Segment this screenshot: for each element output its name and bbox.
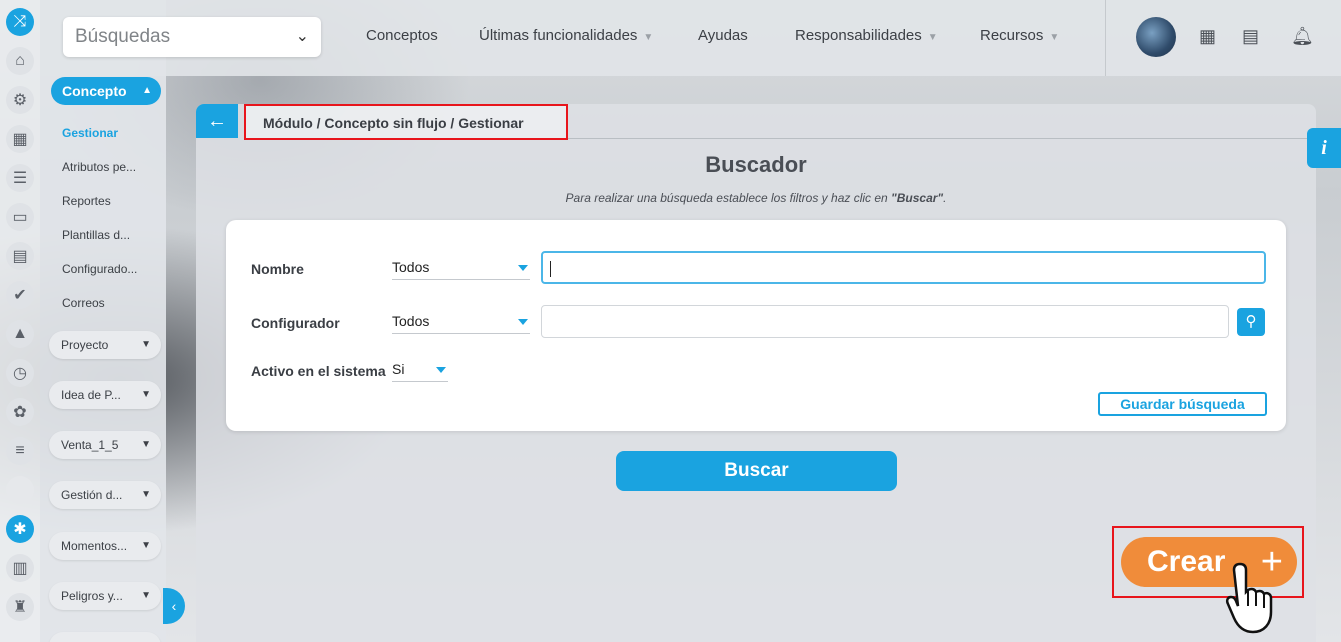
module-sidebar: Concepto ▲ Gestionar Atributos pe... Rep… [40, 0, 166, 642]
search-button[interactable]: Buscar [616, 451, 897, 491]
select-value: Todos [392, 259, 430, 275]
global-search-select[interactable]: Búsquedas ⌄ [63, 17, 321, 57]
nav-recursos[interactable]: Recursos ▼ [980, 27, 1059, 44]
chess-icon[interactable]: ♜ [6, 593, 34, 621]
sidebar-group-idea[interactable]: Idea de P... ▼ [49, 381, 161, 409]
map-icon[interactable]: ▤ [1242, 26, 1259, 47]
hint-text: Para realizar una búsqueda establece los… [565, 191, 892, 205]
nav-responsabilidades[interactable]: Responsabilidades ▼ [795, 27, 938, 44]
activo-select[interactable]: Si [392, 358, 448, 382]
chevron-down-icon: ⌄ [295, 28, 309, 45]
configurador-label: Configurador [251, 315, 340, 331]
nav-label: Responsabilidades [795, 27, 922, 44]
nav-ultimas-funcionalidades[interactable]: Últimas funcionalidades ▼ [479, 27, 653, 44]
concepto-section-toggle[interactable]: Concepto ▲ [51, 77, 161, 105]
avatar[interactable] [1136, 17, 1176, 57]
topbar-divider [1105, 0, 1106, 76]
sidebar-group-proyecto[interactable]: Proyecto ▼ [49, 331, 161, 359]
top-bar: Búsquedas ⌄ Conceptos Últimas funcionali… [40, 0, 1341, 76]
caret-down-icon: ▼ [141, 540, 151, 551]
text-cursor [550, 261, 551, 277]
blank-icon[interactable] [6, 476, 34, 504]
caret-down-icon: ▼ [141, 590, 151, 601]
select-value: Si [392, 361, 405, 377]
concepto-section-label: Concepto [62, 83, 127, 99]
caret-down-icon: ▼ [141, 389, 151, 400]
group-label: Gestión d... [61, 488, 123, 502]
home-icon[interactable]: ⌂ [6, 47, 34, 75]
group-label: Momentos... [61, 539, 128, 553]
caret-down-icon: ▼ [927, 32, 938, 43]
page-title: Buscador [705, 152, 807, 177]
sidebar-link-atributos[interactable]: Atributos pe... [62, 160, 162, 174]
nombre-label: Nombre [251, 261, 304, 277]
caret-down-icon: ▼ [1049, 32, 1060, 43]
hint-bold: "Buscar" [891, 191, 944, 205]
sidebar-group-gestion[interactable]: Gestión d... ▼ [49, 481, 161, 509]
caret-down-icon [436, 367, 446, 373]
calendar-icon[interactable]: ▦ [1199, 26, 1216, 47]
nav-ayudas[interactable]: Ayudas [698, 27, 748, 44]
list-icon[interactable]: ≡ [6, 437, 34, 465]
icon-rail: ⤨ ⌂ ⚙ ▦ ☰ ▭ ▤ ✔ ▲ ◷ ✿ ≡ ✱ ▥ ♜ [0, 0, 40, 642]
shuffle-icon[interactable]: ⤨ [6, 8, 34, 36]
sidebar-group-momentos[interactable]: Momentos... ▼ [49, 532, 161, 560]
map-icon[interactable]: ▦ [6, 125, 34, 153]
group-label: Idea de P... [61, 388, 121, 402]
sprout-icon[interactable]: ✿ [6, 398, 34, 426]
group-label: Venta_1_5 [61, 438, 119, 452]
nav-label: Conceptos [366, 27, 438, 44]
caret-down-icon: ▼ [141, 439, 151, 450]
sidebar-link-configurador[interactable]: Configurado... [62, 262, 162, 276]
caret-down-icon: ▼ [141, 339, 151, 350]
group-label: Peligros y... [61, 589, 123, 603]
search-icon[interactable]: ⚲ [1237, 308, 1265, 336]
bell-icon[interactable]: 🔔︎ [1291, 26, 1314, 47]
nav-label: Últimas funcionalidades [479, 27, 638, 44]
caret-down-icon: ▼ [141, 489, 151, 500]
nav-label: Ayudas [698, 27, 748, 44]
sliders-icon[interactable]: ☰ [6, 164, 34, 192]
caret-down-icon [518, 319, 528, 325]
hint-suffix: . [943, 191, 947, 205]
bug-icon[interactable]: ✱ [6, 515, 34, 543]
search-placeholder: Búsquedas [75, 26, 171, 47]
back-arrow-button[interactable]: ← [196, 104, 238, 138]
nav-label: Recursos [980, 27, 1044, 44]
sidebar-group-venta[interactable]: Venta_1_5 ▼ [49, 431, 161, 459]
info-button[interactable]: i [1307, 128, 1341, 168]
configurador-input[interactable] [541, 305, 1229, 338]
create-label: Crear [1147, 545, 1226, 578]
group-label: Proyecto [61, 338, 109, 352]
bar-chart-icon[interactable]: ▥ [6, 554, 34, 582]
breadcrumb: Módulo / Concepto sin flujo / Gestionar [263, 115, 524, 131]
configurador-operator-select[interactable]: Todos [392, 310, 530, 334]
warning-icon[interactable]: ▲ [6, 320, 34, 348]
divider [568, 138, 1316, 139]
nav-conceptos[interactable]: Conceptos [366, 27, 438, 44]
sidebar-link-plantillas[interactable]: Plantillas d... [62, 228, 162, 242]
sidebar-group-more[interactable] [49, 632, 161, 642]
sidebar-group-peligros[interactable]: Peligros y... ▼ [49, 582, 161, 610]
gear-icon[interactable]: ⚙ [6, 86, 34, 114]
clipboard-icon[interactable]: ▤ [6, 242, 34, 270]
sidebar-link-gestionar[interactable]: Gestionar [62, 126, 162, 140]
activo-label: Activo en el sistema [251, 363, 386, 379]
sidebar-link-reportes[interactable]: Reportes [62, 194, 162, 208]
nombre-operator-select[interactable]: Todos [392, 256, 530, 280]
caret-down-icon [518, 265, 528, 271]
nombre-input[interactable] [541, 251, 1266, 284]
select-value: Todos [392, 313, 430, 329]
caret-up-icon: ▲ [142, 85, 152, 96]
clock-icon[interactable]: ◷ [6, 359, 34, 387]
sidebar-link-correos[interactable]: Correos [62, 296, 162, 310]
search-hint: Para realizar una búsqueda establece los… [446, 191, 1066, 205]
monitor-icon[interactable]: ▭ [6, 203, 34, 231]
check-circle-icon[interactable]: ✔ [6, 281, 34, 309]
save-search-button[interactable]: Guardar búsqueda [1098, 392, 1267, 416]
pointer-hand-icon [1225, 562, 1273, 634]
caret-down-icon: ▼ [643, 32, 654, 43]
